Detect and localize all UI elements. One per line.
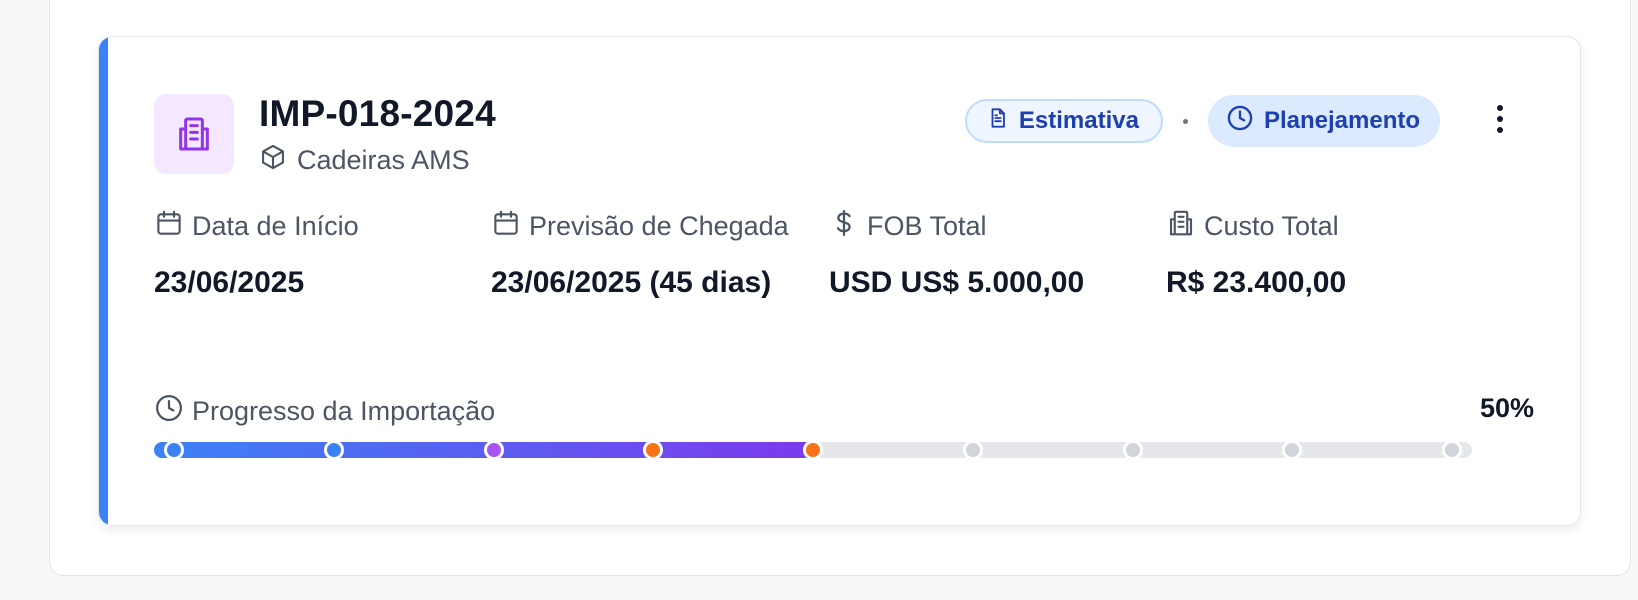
badge-group: Estimativa Planejamento [964,95,1440,147]
progress-step-marker [1122,440,1143,460]
status-badge-label: Planejamento [1263,107,1420,134]
status-badge[interactable]: Planejamento [1207,95,1440,147]
product-line: Cadeiras AMS [259,143,470,178]
stat-value: 23/06/2025 [154,266,305,299]
more-dot [1497,105,1503,111]
progress-step-marker [164,440,184,460]
import-card[interactable]: IMP-018-2024 Cadeiras AMS Estimativa Pla… [98,36,1581,526]
stat-value: 23/06/2025 (45 dias) [491,266,772,299]
stat-label: Previsão de Chegada [529,210,789,241]
clock-icon [154,393,184,430]
stat-label: Custo Total [1204,210,1339,241]
progress-step-marker [803,440,823,460]
stat-value: R$ 23.400,00 [1166,266,1347,299]
progress-step-marker [962,440,983,460]
building-icon [154,94,234,174]
progress-step-marker [1442,440,1462,460]
dollar-icon [829,208,859,245]
progress-step-marker [323,440,344,460]
estimate-badge[interactable]: Estimativa [964,99,1163,143]
clock-icon [1226,104,1254,139]
progress-bar [154,440,1472,460]
package-icon [259,143,287,178]
card-accent-bar [99,37,108,525]
more-dot [1497,127,1503,133]
stat-label: FOB Total [867,210,987,241]
progress-label-text: Progresso da Importação [192,396,496,426]
calendar-icon [154,208,184,245]
import-code-title: IMP-018-2024 [259,93,496,134]
receipt-icon [1166,208,1196,245]
more-options-button[interactable] [1490,101,1510,137]
stat-value: USD US$ 5.000,00 [829,266,1085,299]
progress-label: Progresso da Importação [154,393,495,430]
calendar-icon [491,208,521,245]
stat-label: Data de Início [192,210,359,241]
stat-start-date: Data de Início 23/06/2025 [154,209,474,306]
badge-separator [1182,118,1188,124]
progress-percent: 50% [1479,393,1534,423]
progress-step-marker [1282,440,1303,460]
document-icon [987,107,1009,136]
stat-total-cost: Custo Total R$ 23.400,00 [1166,209,1486,306]
more-dot [1497,116,1503,122]
product-name: Cadeiras AMS [297,145,470,175]
estimate-badge-label: Estimativa [1018,107,1139,134]
progress-step-marker [483,440,504,460]
stat-fob-total: FOB Total USD US$ 5.000,00 [829,209,1149,306]
stat-arrival-forecast: Previsão de Chegada 23/06/2025 (45 dias) [491,209,791,306]
